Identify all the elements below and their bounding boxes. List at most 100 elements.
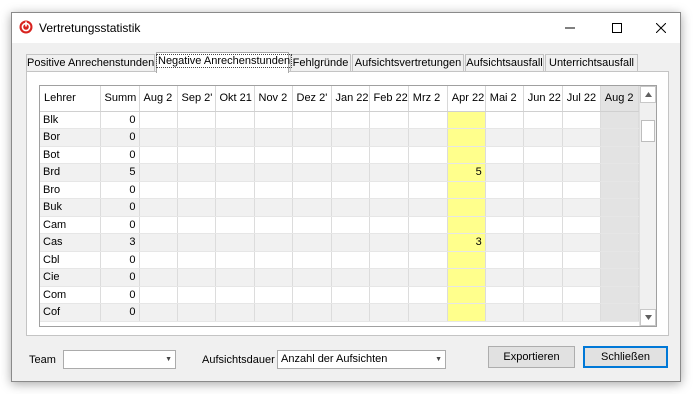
aufsichtsdauer-dropdown[interactable]: Anzahl der Aufsichten ▼ (277, 350, 446, 369)
month-cell[interactable] (408, 216, 448, 234)
month-cell[interactable] (447, 111, 486, 129)
month-cell[interactable] (447, 198, 486, 217)
column-header[interactable]: Dez 2' (292, 86, 332, 112)
month-cell[interactable] (523, 128, 563, 147)
month-cell[interactable] (177, 286, 216, 304)
month-cell[interactable] (600, 128, 639, 147)
month-cell[interactable] (177, 146, 216, 164)
month-cell[interactable] (408, 286, 448, 304)
teacher-cell[interactable]: Blk (40, 111, 101, 129)
month-cell[interactable] (485, 251, 524, 269)
month-cell[interactable] (177, 251, 216, 269)
month-cell[interactable] (292, 216, 332, 234)
table-row[interactable]: Bor 0 (40, 128, 639, 147)
month-cell[interactable] (562, 303, 601, 322)
month-cell[interactable] (215, 233, 255, 252)
month-cell[interactable] (485, 111, 524, 129)
table-row[interactable]: Brd 5 5 (40, 163, 639, 182)
month-cell[interactable] (331, 251, 370, 269)
month-cell[interactable] (408, 111, 448, 129)
table-row[interactable]: Cbl 0 (40, 251, 639, 269)
teacher-cell[interactable]: Cas (40, 233, 101, 252)
month-cell[interactable] (254, 268, 293, 287)
month-cell[interactable] (254, 181, 293, 199)
month-cell[interactable] (562, 233, 601, 252)
month-cell[interactable] (331, 163, 370, 182)
month-cell[interactable] (292, 111, 332, 129)
month-cell[interactable] (369, 163, 409, 182)
month-cell[interactable] (292, 268, 332, 287)
month-cell[interactable] (523, 111, 563, 129)
month-cell[interactable] (523, 181, 563, 199)
month-cell[interactable] (600, 146, 639, 164)
table-row[interactable]: Cof 0 (40, 303, 639, 322)
month-cell[interactable] (523, 303, 563, 322)
month-cell[interactable] (408, 268, 448, 287)
close-window-button[interactable] (639, 13, 683, 43)
month-cell[interactable] (523, 198, 563, 217)
month-cell[interactable] (485, 163, 524, 182)
month-cell[interactable] (447, 303, 486, 322)
table-row[interactable]: Cas 3 3 (40, 233, 639, 252)
teacher-cell[interactable]: Cof (40, 303, 101, 322)
month-cell[interactable] (254, 198, 293, 217)
month-cell[interactable] (523, 286, 563, 304)
month-cell[interactable] (254, 111, 293, 129)
month-cell[interactable] (139, 111, 178, 129)
sum-cell[interactable]: 5 (100, 163, 140, 182)
month-cell[interactable] (139, 146, 178, 164)
team-dropdown[interactable]: ▼ (63, 350, 176, 369)
month-cell[interactable] (331, 303, 370, 322)
month-cell[interactable] (254, 146, 293, 164)
month-cell[interactable] (215, 146, 255, 164)
month-cell[interactable] (177, 111, 216, 129)
tab-fehlgruende[interactable]: Fehlgründe (290, 54, 351, 72)
column-header[interactable]: Jun 22 (523, 86, 563, 112)
month-cell[interactable] (331, 268, 370, 287)
month-cell[interactable] (485, 286, 524, 304)
month-cell[interactable] (485, 233, 524, 252)
month-cell[interactable] (369, 128, 409, 147)
column-header[interactable]: Jan 22 (331, 86, 370, 112)
month-cell[interactable] (292, 181, 332, 199)
month-cell[interactable] (369, 181, 409, 199)
month-cell[interactable] (177, 181, 216, 199)
month-cell[interactable] (331, 216, 370, 234)
month-cell[interactable] (292, 198, 332, 217)
month-cell[interactable] (369, 216, 409, 234)
month-cell[interactable] (408, 128, 448, 147)
month-cell[interactable] (139, 251, 178, 269)
teacher-cell[interactable]: Cie (40, 268, 101, 287)
sum-cell[interactable]: 0 (100, 128, 140, 147)
close-button[interactable]: Schließen (583, 346, 668, 368)
month-cell[interactable] (485, 268, 524, 287)
month-cell[interactable] (408, 198, 448, 217)
sum-cell[interactable]: 0 (100, 303, 140, 322)
month-cell[interactable] (562, 163, 601, 182)
month-cell[interactable] (408, 251, 448, 269)
teacher-cell[interactable]: Cbl (40, 251, 101, 269)
month-cell[interactable] (600, 198, 639, 217)
sum-cell[interactable]: 0 (100, 198, 140, 217)
sum-cell[interactable]: 0 (100, 216, 140, 234)
month-cell[interactable] (408, 233, 448, 252)
month-cell[interactable] (139, 181, 178, 199)
month-cell[interactable] (292, 128, 332, 147)
month-cell[interactable] (292, 163, 332, 182)
month-cell[interactable] (447, 216, 486, 234)
export-button[interactable]: Exportieren (488, 346, 575, 368)
month-cell[interactable] (215, 111, 255, 129)
month-cell[interactable] (177, 216, 216, 234)
table-row[interactable]: Bot 0 (40, 146, 639, 164)
month-cell[interactable] (447, 181, 486, 199)
month-cell[interactable] (139, 198, 178, 217)
month-cell[interactable] (447, 268, 486, 287)
month-cell[interactable] (600, 216, 639, 234)
month-cell[interactable] (215, 251, 255, 269)
month-cell[interactable] (139, 128, 178, 147)
tab-aufsichtsausfall[interactable]: Aufsichtsausfall (465, 54, 544, 72)
month-cell[interactable] (562, 198, 601, 217)
month-cell[interactable] (254, 233, 293, 252)
column-header[interactable]: Nov 2 (254, 86, 293, 112)
month-cell[interactable] (177, 198, 216, 217)
